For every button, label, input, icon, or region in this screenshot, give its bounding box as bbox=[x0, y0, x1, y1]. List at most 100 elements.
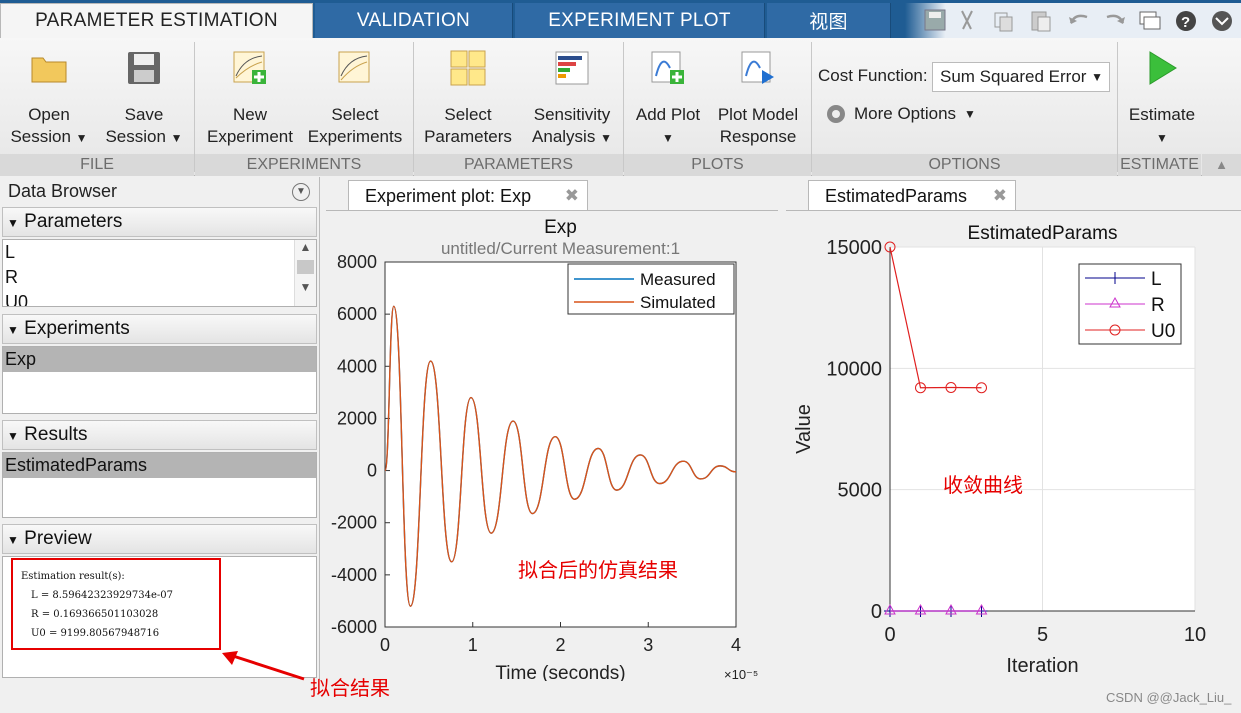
group-label-parameters: PARAMETERS bbox=[414, 154, 623, 176]
new-experiment-icon bbox=[233, 51, 266, 84]
x-tick-label: 10 bbox=[1184, 624, 1206, 646]
annotation-fit-result: 拟合结果 bbox=[310, 678, 390, 700]
estimate-button[interactable]: Estimate ▼ bbox=[1120, 48, 1204, 149]
estimated-params-figure: EstimatedParams 0 5000 10000 15000 0 5 10 Iterat… bbox=[786, 210, 1241, 680]
collapse-icon: ▼ bbox=[7, 323, 19, 337]
parameters-section-header[interactable]: ▼ Parameters bbox=[2, 207, 317, 237]
preview-line: R = 0.169366501103028 bbox=[31, 609, 159, 620]
results-list: EstimatedParams bbox=[2, 452, 317, 518]
legend-label: R bbox=[1151, 295, 1165, 316]
sensitivity-analysis-button[interactable]: Sensitivity Analysis ▼ bbox=[522, 48, 622, 149]
group-label-estimate: ESTIMATE bbox=[1118, 154, 1201, 176]
tab-experiment-plot-doc[interactable]: Experiment plot: Exp ✖ bbox=[348, 180, 588, 210]
scroll-down-icon[interactable]: ▼ bbox=[295, 280, 316, 294]
list-item[interactable]: EstimatedParams bbox=[3, 453, 316, 478]
close-icon[interactable]: ✖ bbox=[993, 181, 1007, 211]
new-experiment-button[interactable]: New Experiment bbox=[200, 48, 300, 148]
group-label-file: FILE bbox=[0, 154, 194, 176]
chart-title: EstimatedParams bbox=[968, 223, 1118, 244]
undo-icon[interactable] bbox=[1069, 14, 1088, 24]
redo-icon[interactable] bbox=[1106, 14, 1125, 24]
x-axis-label: Iteration bbox=[1006, 655, 1078, 677]
collapse-icon: ▼ bbox=[7, 216, 19, 230]
play-icon bbox=[1149, 51, 1177, 85]
annotation-fit-sim: 拟合后的仿真结果 bbox=[518, 560, 678, 582]
select-parameters-button[interactable]: Select Parameters bbox=[418, 48, 518, 148]
x-tick-label: 5 bbox=[1037, 624, 1048, 646]
tab-view[interactable]: 视图 bbox=[767, 3, 891, 38]
list-item[interactable]: L bbox=[3, 240, 316, 265]
legend-label: U0 bbox=[1151, 321, 1175, 342]
close-icon[interactable]: ✖ bbox=[565, 181, 579, 211]
x-axis-label: Time (seconds) bbox=[495, 663, 625, 681]
x-tick-label: 0 bbox=[380, 635, 390, 655]
experiment-chart[interactable]: Expuntitled/Current Measurement:1 -6000 -4… bbox=[326, 211, 778, 684]
gear-icon bbox=[827, 105, 845, 123]
list-item[interactable]: U0 bbox=[3, 290, 316, 306]
y-tick-label: -2000 bbox=[331, 513, 377, 533]
chart-subtitle: untitled/Current Measurement:1 bbox=[441, 239, 680, 258]
y-tick-label: -6000 bbox=[331, 617, 377, 637]
add-plot-button[interactable]: Add Plot ▼ bbox=[628, 48, 708, 149]
panel-menu-icon[interactable]: ▼ bbox=[292, 183, 310, 201]
parameters-grid-icon bbox=[450, 50, 486, 86]
plot-model-response-icon bbox=[741, 51, 774, 84]
experiments-section-header[interactable]: ▼ Experiments bbox=[2, 314, 317, 344]
tab-experiment-plot[interactable]: EXPERIMENT PLOT bbox=[515, 3, 765, 38]
collapse-ribbon-button[interactable]: ▲ bbox=[1202, 154, 1241, 176]
chevron-down-icon: ▼ bbox=[662, 131, 674, 145]
x-tick-label: 1 bbox=[468, 635, 478, 655]
select-experiments-icon bbox=[338, 51, 370, 83]
group-label-plots: PLOTS bbox=[624, 154, 811, 176]
x-tick-label: 4 bbox=[731, 635, 741, 655]
svg-text:?: ? bbox=[1181, 14, 1190, 31]
y-tick-label: 6000 bbox=[337, 304, 377, 324]
tab-parameter-estimation[interactable]: PARAMETER ESTIMATION bbox=[0, 3, 313, 38]
annotation-arrow bbox=[222, 651, 305, 681]
save-session-button[interactable]: Save Session ▼ bbox=[98, 48, 190, 149]
scrollbar[interactable]: ▲ ▼ bbox=[294, 240, 316, 306]
save-icon[interactable] bbox=[924, 9, 946, 31]
x-tick-label: 2 bbox=[555, 635, 565, 655]
list-item[interactable]: R bbox=[3, 265, 316, 290]
plot-model-response-button[interactable]: Plot Model Response bbox=[710, 48, 806, 148]
folder-icon bbox=[31, 57, 67, 83]
expand-icon[interactable] bbox=[1212, 11, 1232, 31]
legend-label: Simulated bbox=[640, 293, 716, 312]
quick-access-toolbar: ? bbox=[905, 3, 1241, 38]
list-item[interactable]: Exp bbox=[3, 347, 316, 372]
copy-icon[interactable] bbox=[994, 12, 1013, 32]
parameters-list: L R U0 ▲ ▼ bbox=[2, 239, 317, 307]
ribbon: Open Session ▼ Save Session ▼ New Experi… bbox=[0, 38, 1241, 176]
y-tick-label: 8000 bbox=[337, 252, 377, 272]
results-section-header[interactable]: ▼ Results bbox=[2, 420, 317, 450]
help-icon[interactable]: ? bbox=[1176, 11, 1196, 31]
watermark: CSDN @@Jack_Liu_ bbox=[1106, 690, 1232, 705]
estimated-params-chart[interactable]: EstimatedParams 0 5000 10000 15000 0 5 10 Iterat… bbox=[786, 211, 1241, 681]
y-tick-label: -4000 bbox=[331, 565, 377, 585]
paste-icon[interactable] bbox=[1031, 11, 1051, 32]
legend-label: L bbox=[1151, 269, 1162, 290]
data-browser-title: Data Browser bbox=[8, 181, 118, 201]
y-tick-label: 5000 bbox=[838, 480, 883, 502]
preview-line: Estimation result(s): bbox=[21, 571, 125, 582]
chevron-down-icon: ▼ bbox=[1156, 131, 1168, 145]
experiments-list: Exp bbox=[2, 346, 317, 414]
tab-estimated-params-doc[interactable]: EstimatedParams ✖ bbox=[808, 180, 1016, 210]
scroll-up-icon[interactable]: ▲ bbox=[295, 240, 316, 254]
preview-line: U0 = 9199.80567948716 bbox=[31, 628, 160, 639]
add-plot-icon bbox=[651, 51, 684, 84]
switch-windows-icon[interactable] bbox=[1139, 11, 1161, 30]
tab-validation[interactable]: VALIDATION bbox=[315, 3, 513, 38]
cost-function-dropdown[interactable]: Sum Squared Error ▼ bbox=[932, 62, 1110, 92]
more-options-button[interactable]: More Options ▼ bbox=[824, 102, 976, 126]
tab-bar: PARAMETER ESTIMATION VALIDATION EXPERIME… bbox=[0, 0, 1241, 38]
select-experiments-button[interactable]: Select Experiments bbox=[304, 48, 406, 148]
open-session-button[interactable]: Open Session ▼ bbox=[4, 48, 94, 149]
legend-label: Measured bbox=[640, 270, 716, 289]
chevron-down-icon: ▼ bbox=[600, 131, 612, 145]
chevron-down-icon: ▼ bbox=[1091, 70, 1103, 84]
preview-section-header[interactable]: ▼ Preview bbox=[2, 524, 317, 554]
cut-icon[interactable] bbox=[961, 10, 973, 30]
chevron-down-icon: ▼ bbox=[964, 107, 976, 121]
